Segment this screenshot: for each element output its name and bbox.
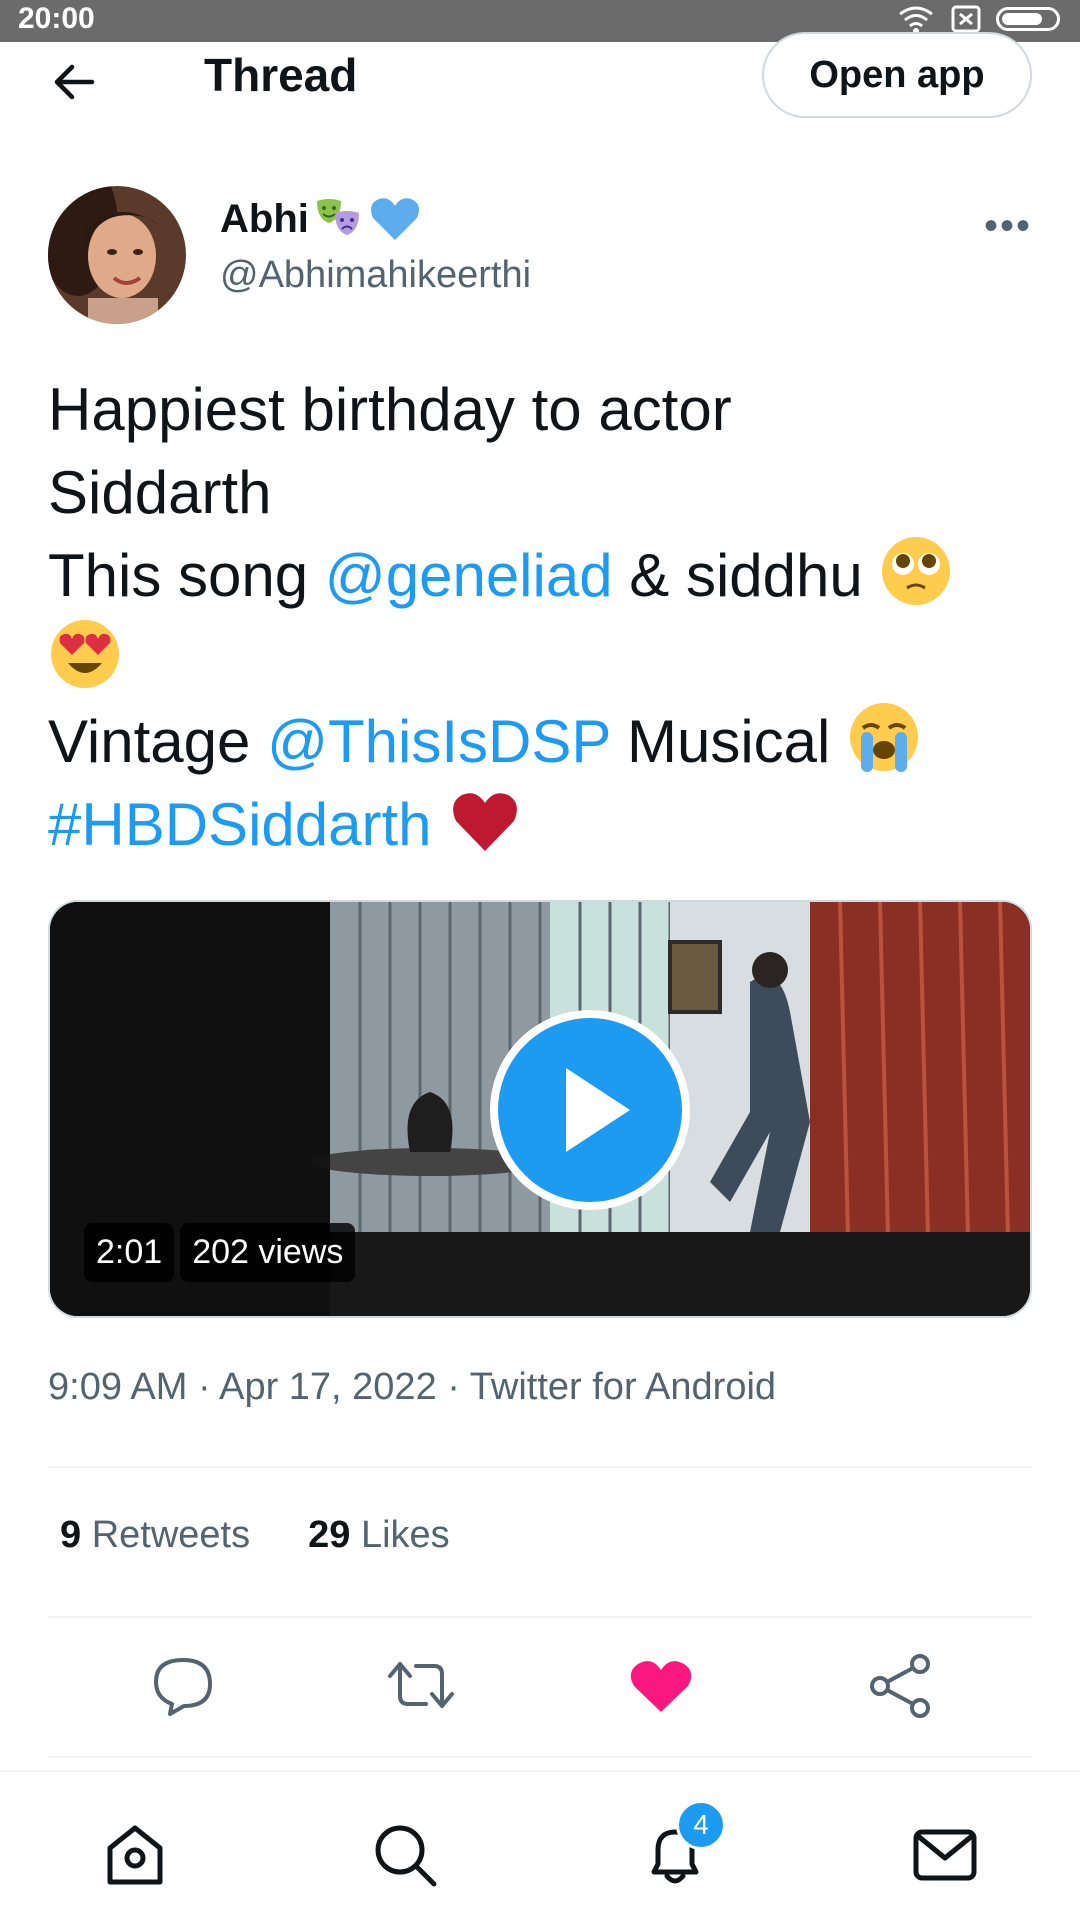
reply-icon[interactable] bbox=[148, 1650, 218, 1720]
red-heart-icon bbox=[453, 793, 518, 851]
messages-icon[interactable] bbox=[910, 1820, 980, 1890]
mention-geneliad[interactable]: @geneliad bbox=[325, 542, 613, 609]
tweet-line-1: Happiest birthday to actor bbox=[48, 376, 732, 443]
author-name-row[interactable]: Abhi bbox=[220, 196, 421, 242]
back-arrow-icon[interactable] bbox=[48, 54, 104, 110]
tweet-line-3a: This song bbox=[48, 542, 325, 609]
play-button[interactable] bbox=[490, 1010, 690, 1210]
page-title: Thread bbox=[204, 49, 358, 101]
retweets-stat[interactable]: 9 Retweets bbox=[60, 1514, 250, 1557]
status-time: 20:00 bbox=[18, 2, 95, 35]
heart-eyes-face-icon bbox=[51, 620, 119, 688]
wifi-icon bbox=[899, 6, 933, 34]
avatar[interactable] bbox=[48, 186, 186, 324]
loudly-crying-face-icon bbox=[850, 703, 919, 772]
tweet-line-5b: Musical bbox=[610, 708, 848, 775]
tweet-line-2: Siddarth bbox=[48, 459, 272, 526]
sim-off-icon bbox=[951, 5, 981, 33]
bottom-navigation: 4 bbox=[0, 1770, 1080, 1922]
retweets-count: 9 bbox=[60, 1514, 82, 1556]
tweet-actions bbox=[0, 1650, 1080, 1730]
search-icon[interactable] bbox=[370, 1820, 440, 1890]
tweet-line-3b: & siddhu bbox=[612, 542, 880, 609]
header: Thread Open app bbox=[0, 32, 1080, 152]
pleading-face-icon bbox=[882, 537, 951, 605]
video-duration: 2:01 bbox=[84, 1223, 175, 1282]
retweets-label: Retweets bbox=[91, 1514, 251, 1556]
performing-arts-icon bbox=[316, 199, 359, 235]
tweet-text: Happiest birthday to actor Siddarth This… bbox=[48, 368, 1038, 866]
tweet-meta: 9:09 AM · Apr 17, 2022 · Twitter for And… bbox=[48, 1366, 777, 1408]
battery-icon bbox=[996, 7, 1060, 31]
notification-badge: 4 bbox=[676, 1800, 726, 1850]
tweet-stats: 9 Retweets 29 Likes bbox=[60, 1514, 450, 1557]
video-views: 202 views bbox=[180, 1223, 356, 1282]
video-player[interactable]: 2:01 202 views bbox=[48, 900, 1032, 1318]
author-name: Abhi bbox=[220, 196, 309, 241]
likes-count: 29 bbox=[308, 1514, 351, 1556]
likes-stat[interactable]: 29 Likes bbox=[308, 1514, 450, 1557]
likes-label: Likes bbox=[360, 1514, 450, 1556]
share-icon[interactable] bbox=[866, 1650, 936, 1720]
retweet-icon[interactable] bbox=[386, 1650, 456, 1720]
author-handle[interactable]: @Abhimahikeerthi bbox=[220, 254, 531, 297]
like-icon[interactable] bbox=[626, 1650, 696, 1720]
open-app-button[interactable]: Open app bbox=[762, 32, 1032, 118]
tweet-line-5a: Vintage bbox=[48, 708, 268, 775]
divider bbox=[48, 1756, 1032, 1758]
hashtag-hbdsiddarth[interactable]: #HBDSiddarth bbox=[48, 791, 432, 858]
play-icon bbox=[566, 1068, 630, 1152]
blue-heart-icon bbox=[370, 198, 419, 240]
home-icon[interactable] bbox=[100, 1820, 170, 1890]
divider bbox=[48, 1616, 1032, 1618]
divider bbox=[48, 1466, 1032, 1468]
more-options-icon[interactable]: ••• bbox=[984, 204, 1032, 249]
mention-thisisdsp[interactable]: @ThisIsDSP bbox=[267, 708, 610, 775]
